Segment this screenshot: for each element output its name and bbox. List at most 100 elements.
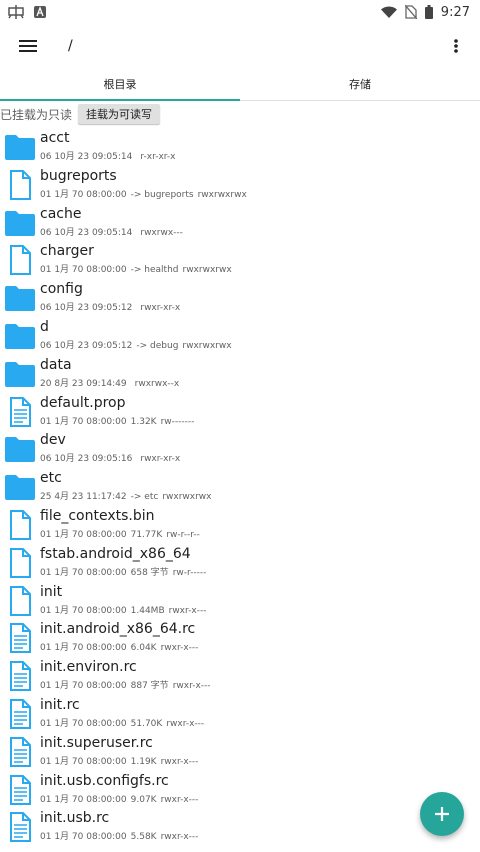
file-row[interactable]: dev 06 10月 23 09:05:16 rwxr-xr-x <box>0 430 480 468</box>
file-link: 1.32K <box>130 416 157 427</box>
file-perms: rw-r----- <box>172 567 207 578</box>
overflow-menu-button[interactable] <box>444 24 468 68</box>
text-file-icon <box>4 774 36 805</box>
file-row[interactable]: acct 06 10月 23 09:05:14 r-xr-xr-x <box>0 128 480 166</box>
file-row[interactable]: config 06 10月 23 09:05:12 rwxr-xr-x <box>0 279 480 317</box>
file-perms: rwxr-xr-x <box>140 454 181 465</box>
folder-icon <box>4 283 36 313</box>
file-link: 658 字节 <box>130 567 169 578</box>
text-file-icon <box>4 736 36 767</box>
file-meta: 01 1月 70 08:00:00 -> healthd rwxrwxrwx <box>40 262 236 275</box>
file-date: 01 1月 70 08:00:00 <box>40 265 127 276</box>
file-date: 06 10月 23 09:05:12 <box>40 303 133 314</box>
file-row[interactable]: init.superuser.rc 01 1月 70 08:00:00 1.19K r… <box>0 733 480 771</box>
file-date: 01 1月 70 08:00:00 <box>40 567 127 578</box>
file-row[interactable]: default.prop 01 1月 70 08:00:00 1.32K rw----… <box>0 393 480 431</box>
hamburger-icon <box>19 40 37 52</box>
file-link: 9.07K <box>130 794 157 805</box>
file-link: -> etc <box>130 492 159 503</box>
tab-storage[interactable]: 存储 <box>240 68 480 100</box>
file-date: 01 1月 70 08:00:00 <box>40 718 127 729</box>
file-perms: rwxr-x--- <box>160 643 199 654</box>
file-row[interactable]: init.usb.rc 01 1月 70 08:00:00 5.58K rwxr-x-… <box>0 808 480 846</box>
more-vert-icon <box>454 39 458 53</box>
battery-icon <box>424 5 433 19</box>
file-name: init.usb.configfs.rc <box>40 772 169 789</box>
file-name: d <box>40 318 49 335</box>
file-date: 20 8月 23 09:14:49 <box>40 378 127 389</box>
file-perms: rwxr-x--- <box>160 832 199 843</box>
file-row[interactable]: cache 06 10月 23 09:05:14 rwxrwx--- <box>0 204 480 242</box>
file-list: acct 06 10月 23 09:05:14 r-xr-xr-x bugreport… <box>0 128 480 846</box>
file-row[interactable]: file_contexts.bin 01 1月 70 08:00:00 71.77K… <box>0 506 480 544</box>
file-name: bugreports <box>40 167 117 184</box>
toolbar: / <box>0 24 480 68</box>
file-icon <box>4 169 36 200</box>
add-fab[interactable] <box>420 792 464 836</box>
current-path: / <box>68 38 73 54</box>
menu-button[interactable] <box>0 24 56 68</box>
folder-icon <box>4 359 36 389</box>
file-row[interactable]: init.usb.configfs.rc 01 1月 70 08:00:00 9.0… <box>0 771 480 809</box>
file-icon <box>4 509 36 540</box>
file-link: 71.77K <box>130 529 163 540</box>
file-link: 6.04K <box>130 643 157 654</box>
file-meta: 01 1月 70 08:00:00 1.19K rwxr-x--- <box>40 754 202 767</box>
file-date: 01 1月 70 08:00:00 <box>40 794 127 805</box>
file-perms: rwxrwx--- <box>140 227 183 238</box>
file-meta: 01 1月 70 08:00:00 5.58K rwxr-x--- <box>40 829 202 842</box>
file-meta: 01 1月 70 08:00:00 71.77K rw-r--r-- <box>40 527 204 540</box>
file-icon <box>4 547 36 578</box>
file-name: charger <box>40 243 94 260</box>
status-right: 9:27 <box>380 5 480 20</box>
file-date: 06 10月 23 09:05:16 <box>40 454 133 465</box>
file-meta: 06 10月 23 09:05:16 rwxr-xr-x <box>40 451 184 464</box>
status-bar: 9:27 <box>0 0 480 24</box>
file-date: 06 10月 23 09:05:14 <box>40 152 133 162</box>
file-date: 01 1月 70 08:00:00 <box>40 643 127 654</box>
file-row[interactable]: init.rc 01 1月 70 08:00:00 51.70K rwxr-x--- <box>0 695 480 733</box>
plus-icon <box>435 807 449 821</box>
file-name: acct <box>40 130 70 146</box>
file-row[interactable]: init 01 1月 70 08:00:00 1.44MB rwxr-x--- <box>0 582 480 620</box>
file-link: -> healthd <box>130 265 179 276</box>
file-name: file_contexts.bin <box>40 507 155 524</box>
file-perms: rwxr-x--- <box>172 681 211 692</box>
chip-icon <box>8 5 24 19</box>
file-row[interactable]: init.android_x86_64.rc 01 1月 70 08:00:00 6… <box>0 619 480 657</box>
tab-root[interactable]: 根目录 <box>0 68 240 101</box>
file-meta: 01 1月 70 08:00:00 -> bugreports rwxrwxrwx <box>40 187 251 200</box>
file-link: -> debug <box>136 340 179 351</box>
file-meta: 01 1月 70 08:00:00 1.44MB rwxr-x--- <box>40 603 210 616</box>
file-perms: rwxr-x--- <box>168 605 207 616</box>
file-row[interactable]: data 20 8月 23 09:14:49 rwxrwx--x <box>0 355 480 393</box>
file-row[interactable]: d 06 10月 23 09:05:12 -> debug rwxrwxrwx <box>0 317 480 355</box>
file-name: init <box>40 583 63 600</box>
file-date: 01 1月 70 08:00:00 <box>40 756 127 767</box>
file-date: 06 10月 23 09:05:12 <box>40 340 133 351</box>
file-name: config <box>40 281 83 298</box>
file-row[interactable]: bugreports 01 1月 70 08:00:00 -> bugreports… <box>0 166 480 204</box>
text-file-icon <box>4 396 36 427</box>
file-perms: rwxrwxrwx <box>182 340 232 351</box>
file-row[interactable]: fstab.android_x86_64 01 1月 70 08:00:00 658… <box>0 544 480 582</box>
mount-rw-button[interactable]: 挂载为可读写 <box>78 104 161 124</box>
file-row[interactable]: init.environ.rc 01 1月 70 08:00:00 887 字节 rw… <box>0 657 480 695</box>
file-name: init.android_x86_64.rc <box>40 621 196 638</box>
file-meta: 01 1月 70 08:00:00 887 字节 rwxr-x--- <box>40 678 215 691</box>
file-date: 01 1月 70 08:00:00 <box>40 416 127 427</box>
file-meta: 20 8月 23 09:14:49 rwxrwx--x <box>40 376 183 389</box>
file-meta: 01 1月 70 08:00:00 6.04K rwxr-x--- <box>40 640 202 653</box>
file-meta: 01 1月 70 08:00:00 1.32K rw------- <box>40 414 198 427</box>
folder-icon <box>4 321 36 351</box>
file-row[interactable]: etc 25 4月 23 11:17:42 -> etc rwxrwxrwx <box>0 468 480 506</box>
folder-icon <box>4 208 36 238</box>
file-meta: 01 1月 70 08:00:00 658 字节 rw-r----- <box>40 565 210 578</box>
file-name: data <box>40 356 72 373</box>
file-perms: rw------- <box>160 416 195 427</box>
file-date: 25 4月 23 11:17:42 <box>40 492 127 503</box>
file-row[interactable]: charger 01 1月 70 08:00:00 -> healthd rwxrwx… <box>0 241 480 279</box>
file-name: init.usb.rc <box>40 810 110 827</box>
file-meta: 06 10月 23 09:05:14 rwxrwx--- <box>40 225 187 238</box>
a-badge-icon <box>34 6 46 18</box>
